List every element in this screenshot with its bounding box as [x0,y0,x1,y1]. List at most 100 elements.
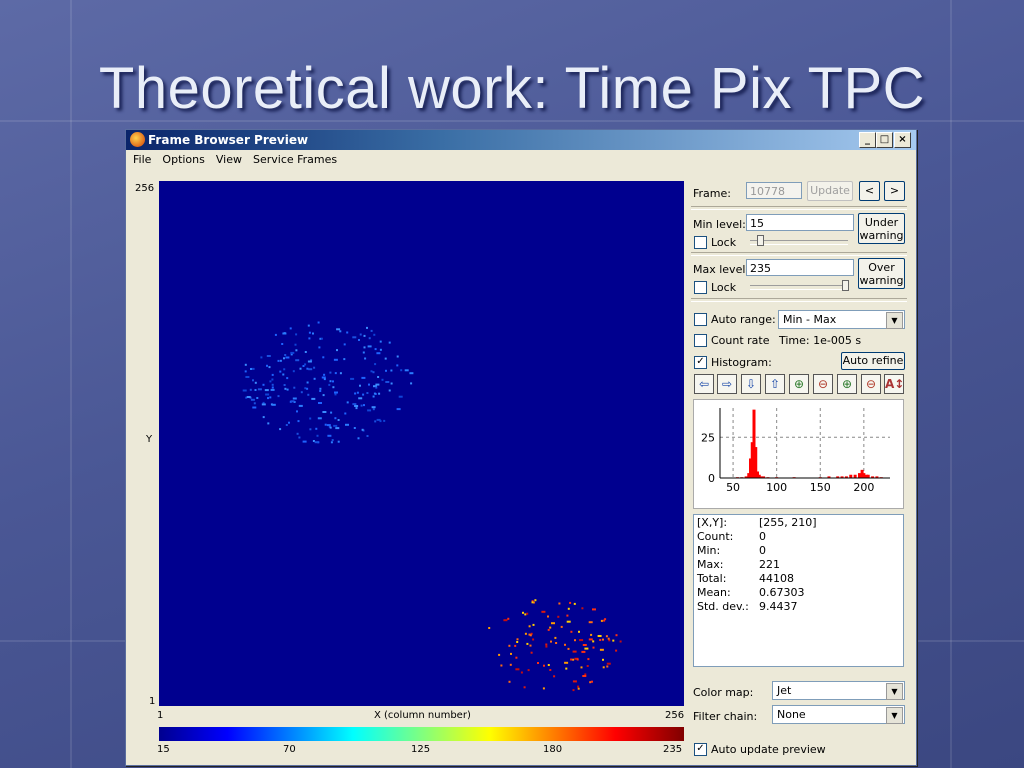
auto-range-checkbox[interactable] [694,313,707,326]
hit-pixel [298,404,303,407]
color-map-select[interactable]: Jet ▼ [772,681,905,700]
hit-pixel [271,386,274,389]
hit-pixel [333,358,338,361]
hit-pixel [587,658,590,661]
hit-pixel [400,369,403,372]
next-frame-button[interactable]: > [884,181,905,201]
hit-pixel [569,601,572,604]
max-lock-checkbox[interactable] [694,281,707,294]
stat-value: 44108 [759,572,794,585]
frame-image-plot[interactable] [159,181,684,706]
chevron-down-icon[interactable]: ▼ [886,707,903,724]
minimize-button[interactable]: _ [859,132,876,148]
hit-pixel [271,378,274,381]
hit-pixel [283,357,285,360]
hit-pixel [605,635,608,638]
hit-pixel [366,326,368,329]
hit-pixel [307,324,310,327]
arrow-down-icon[interactable]: ⇩ [741,374,761,394]
auto-refine-button[interactable]: Auto refine [841,352,905,370]
chevron-down-icon[interactable]: ▼ [886,683,903,700]
window-titlebar[interactable]: Frame Browser Preview _ □ × [126,130,916,150]
hit-pixel [503,619,508,622]
zoom-out-x-icon[interactable]: ⊖ [813,374,833,394]
hit-pixel [309,428,312,431]
zoom-in-x-icon[interactable]: ⊕ [789,374,809,394]
auto-range-select[interactable]: Min - Max ▼ [778,310,905,329]
x-axis-right-label: 256 [665,710,685,721]
hit-pixel [522,611,524,614]
menu-service-frames[interactable]: Service Frames [246,151,341,166]
min-level-slider-thumb[interactable] [757,235,764,246]
control-panel: Frame: 10778 Update < > Min level: 15 Un… [689,176,911,765]
hit-pixel [570,630,573,633]
hit-pixel [292,397,297,400]
auto-update-checkbox[interactable]: ✓ [694,743,707,756]
max-level-slider[interactable] [750,285,848,290]
hit-pixel [355,407,358,410]
hit-pixel [271,383,274,386]
maximize-button[interactable]: □ [876,132,893,148]
hit-pixel [252,406,257,409]
hit-pixel [244,370,247,373]
over-warning-button[interactable]: Over warning [858,258,905,289]
previous-frame-button[interactable]: < [859,181,880,201]
hit-pixel [396,364,399,367]
colorbar-tick: 180 [543,744,563,755]
histogram-checkbox[interactable]: ✓ [694,356,707,369]
max-level-slider-thumb[interactable] [842,280,849,291]
arrow-up-icon[interactable]: ⇧ [765,374,785,394]
chevron-down-icon[interactable]: ▼ [886,312,903,329]
hit-pixel [606,665,609,668]
min-level-field[interactable]: 15 [746,214,854,231]
hit-pixel [409,372,414,375]
hit-pixel [574,639,576,642]
count-rate-checkbox[interactable] [694,334,707,347]
frame-number-field[interactable]: 10778 [746,182,802,199]
hit-pixel [304,387,307,390]
update-button[interactable]: Update [807,181,853,201]
menu-view[interactable]: View [209,151,246,166]
histogram-bar [857,473,861,478]
menu-options[interactable]: Options [155,151,208,166]
menu-file[interactable]: File [126,151,155,166]
hit-pixel [375,386,378,389]
hit-pixel [572,689,575,692]
min-level-slider[interactable] [750,240,848,245]
auto-scale-icon[interactable]: A↕ [884,374,904,394]
stat-key: Std. dev.: [697,600,749,613]
hit-pixel [314,441,319,444]
zoom-in-y-icon[interactable]: ⊕ [837,374,857,394]
arrow-right-icon[interactable]: ⇨ [717,374,737,394]
hit-pixel [543,664,545,667]
under-warning-button[interactable]: Under warning [858,213,905,244]
stat-value: [255, 210] [759,516,817,529]
hit-pixel [300,391,303,394]
hit-pixel [591,680,593,683]
filter-chain-select[interactable]: None ▼ [772,705,905,724]
max-level-field[interactable]: 235 [746,259,854,276]
hit-pixel [578,630,580,633]
hit-pixel [374,348,377,351]
hit-pixel [279,359,282,362]
hit-pixel [295,359,300,362]
zoom-out-y-icon[interactable]: ⊖ [861,374,881,394]
window-title: Frame Browser Preview [148,133,309,147]
hit-pixel [312,332,314,335]
hit-pixel [359,333,362,336]
hit-pixel [537,662,539,664]
close-button[interactable]: × [894,132,911,148]
hit-pixel [361,376,366,379]
x-tick-label: 50 [726,481,740,494]
hit-pixel [283,368,286,371]
hit-pixel [549,626,552,629]
hit-pixel [588,621,593,624]
stat-key: Total: [697,572,727,585]
hit-pixel [500,664,503,667]
hit-pixel [375,383,380,386]
hit-pixel [254,381,257,384]
arrow-left-icon[interactable]: ⇦ [694,374,714,394]
hit-pixel [323,378,326,381]
hit-pixel [524,632,527,635]
min-lock-checkbox[interactable] [694,236,707,249]
